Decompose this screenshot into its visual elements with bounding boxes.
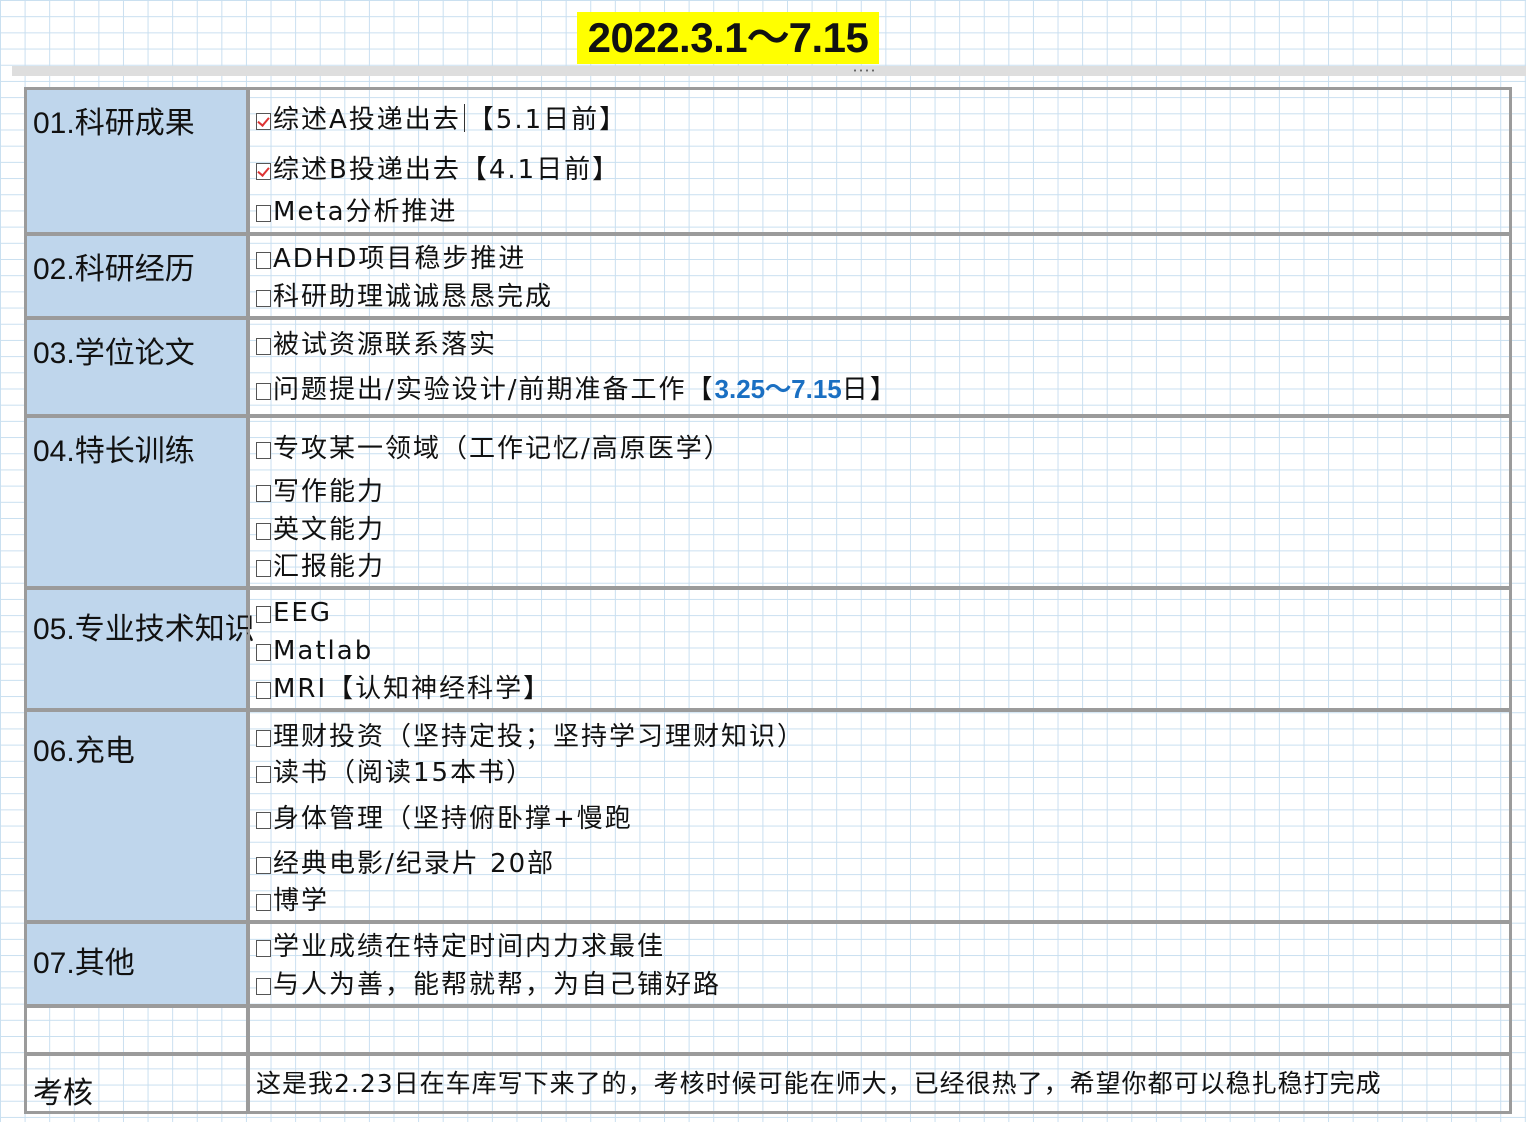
- task-item[interactable]: 英文能力: [256, 515, 385, 545]
- checkbox[interactable]: [256, 442, 271, 459]
- task-item[interactable]: 与人为善，能帮就帮，为自己铺好路: [256, 970, 721, 1000]
- section-label: 02.科研经历: [24, 233, 248, 319]
- checkbox[interactable]: [256, 205, 271, 222]
- section-content: 学业成绩在特定时间内力求最佳 与人为善，能帮就帮，为自己铺好路: [248, 921, 1512, 1007]
- checkbox[interactable]: [256, 857, 271, 874]
- checkbox[interactable]: [256, 290, 271, 307]
- task-item[interactable]: 综述A投递出去 【5.1日前】: [256, 104, 627, 135]
- task-item[interactable]: 学业成绩在特定时间内力求最佳: [256, 932, 665, 962]
- checkbox[interactable]: [256, 606, 271, 623]
- task-text: Meta分析推进: [273, 197, 458, 227]
- checkbox[interactable]: [256, 485, 271, 502]
- task-item[interactable]: ADHD项目稳步推进: [256, 244, 526, 274]
- task-text: 专攻某一领域（工作记忆/高原医学）: [273, 434, 732, 464]
- task-text: 综述B投递出去【4.1日前】: [273, 155, 621, 185]
- section-label: 03.学位论文: [24, 317, 248, 417]
- resize-handle[interactable]: [852, 69, 876, 72]
- task-item[interactable]: 科研助理诚诚恳恳完成: [256, 282, 553, 312]
- section-research-results: 01.科研成果 综述A投递出去 【5.1日前】 综述B投递出去【4.1日前】 Me…: [24, 87, 1512, 235]
- task-text: 博学: [273, 886, 330, 916]
- section-thesis: 03.学位论文 被试资源联系落实 问题提出/实验设计/前期准备工作【3.25～7…: [24, 317, 1512, 417]
- task-text: 写作能力: [273, 477, 386, 507]
- checkbox[interactable]: [256, 560, 271, 577]
- task-text: 问题提出/实验设计/前期准备工作【: [273, 375, 715, 405]
- section-label: 04.特长训练: [24, 415, 248, 589]
- assessment-content: 这是我2.23日在车库写下来了的，考核时候可能在师大，已经很热了，希望你都可以稳…: [248, 1053, 1512, 1114]
- task-text: 经典电影/纪录片 20部: [273, 849, 556, 879]
- task-text: MRI【认知神经科学】: [273, 674, 552, 704]
- blank-row: [24, 1005, 1512, 1055]
- checkbox[interactable]: [256, 940, 271, 957]
- section-content: 理财投资（坚持定投；坚持学习理财知识） 读书（阅读15本书） 身体管理（坚持俯卧…: [248, 709, 1512, 923]
- blank-label-cell[interactable]: [24, 1005, 248, 1055]
- task-item[interactable]: Meta分析推进: [256, 197, 458, 227]
- section-technical-knowledge: 05.专业技术知识 EEG Matlab MRI【认知神经科学】: [24, 587, 1512, 711]
- task-text: ADHD项目稳步推进: [273, 244, 527, 274]
- task-text-part1: 综述A投递出去: [273, 105, 461, 135]
- task-item[interactable]: EEG: [256, 598, 332, 628]
- task-item[interactable]: 综述B投递出去【4.1日前】: [256, 155, 620, 185]
- checkbox[interactable]: [256, 644, 271, 661]
- task-text: 理财投资（坚持定投；坚持学习理财知识）: [273, 722, 806, 752]
- text-cursor: [463, 104, 465, 132]
- task-text: 读书（阅读15本书）: [273, 758, 535, 788]
- checkbox[interactable]: [256, 894, 271, 911]
- checkbox[interactable]: [256, 730, 271, 747]
- task-text: 身体管理（坚持俯卧撑+慢跑: [273, 804, 633, 834]
- checkbox[interactable]: [256, 383, 271, 400]
- checkbox[interactable]: [256, 812, 271, 829]
- section-content: 综述A投递出去 【5.1日前】 综述B投递出去【4.1日前】 Meta分析推进: [248, 87, 1512, 235]
- task-item[interactable]: 汇报能力: [256, 552, 385, 582]
- section-content: EEG Matlab MRI【认知神经科学】: [248, 587, 1512, 711]
- assessment-row: 考核 这是我2.23日在车库写下来了的，考核时候可能在师大，已经很热了，希望你都…: [24, 1053, 1512, 1114]
- checkbox-checked[interactable]: [256, 113, 271, 130]
- date-range-highlight: 3.25～7.15: [714, 374, 842, 404]
- task-item[interactable]: 写作能力: [256, 477, 385, 507]
- assessment-text: 这是我2.23日在车库写下来了的，考核时候可能在师大，已经很热了，希望你都可以稳…: [256, 1069, 1382, 1098]
- task-item[interactable]: Matlab: [256, 636, 373, 666]
- task-item[interactable]: 读书（阅读15本书）: [256, 758, 534, 788]
- task-item[interactable]: 专攻某一领域（工作记忆/高原医学）: [256, 434, 732, 464]
- section-content: ADHD项目稳步推进 科研助理诚诚恳恳完成: [248, 233, 1512, 319]
- checkbox[interactable]: [256, 338, 271, 355]
- task-text-tail: 日】: [841, 375, 898, 405]
- task-item[interactable]: 被试资源联系落实: [256, 330, 497, 360]
- section-content: 专攻某一领域（工作记忆/高原医学） 写作能力 英文能力 汇报能力: [248, 415, 1512, 589]
- checkbox[interactable]: [256, 978, 271, 995]
- section-label: 05.专业技术知识: [24, 587, 255, 711]
- task-item[interactable]: 理财投资（坚持定投；坚持学习理财知识）: [256, 722, 805, 752]
- date-range-title: 2022.3.1～7.15: [577, 12, 879, 64]
- task-text: 英文能力: [273, 515, 386, 545]
- task-item[interactable]: MRI【认知神经科学】: [256, 674, 551, 704]
- blank-content-cell[interactable]: [248, 1005, 1512, 1055]
- section-other: 07.其他 学业成绩在特定时间内力求最佳 与人为善，能帮就帮，为自己铺好路: [24, 921, 1512, 1007]
- task-text: EEG: [273, 598, 333, 628]
- section-research-experience: 02.科研经历 ADHD项目稳步推进 科研助理诚诚恳恳完成: [24, 233, 1512, 319]
- task-text-part2: 【5.1日前】: [467, 105, 628, 135]
- task-item[interactable]: 问题提出/实验设计/前期准备工作【3.25～7.15日】: [256, 374, 898, 405]
- checkbox[interactable]: [256, 766, 271, 783]
- section-content: 被试资源联系落实 问题提出/实验设计/前期准备工作【3.25～7.15日】: [248, 317, 1512, 417]
- task-text: 科研助理诚诚恳恳完成: [273, 282, 554, 312]
- window-frame-bar: [12, 66, 1526, 76]
- task-text: Matlab: [273, 636, 374, 666]
- section-label: 07.其他: [24, 921, 248, 1007]
- section-label: 01.科研成果: [24, 87, 248, 235]
- section-label: 06.充电: [24, 709, 248, 923]
- section-recharge: 06.充电 理财投资（坚持定投；坚持学习理财知识） 读书（阅读15本书） 身体管…: [24, 709, 1512, 923]
- task-item[interactable]: 博学: [256, 886, 329, 916]
- task-item[interactable]: 经典电影/纪录片 20部: [256, 849, 555, 879]
- assessment-label: 考核: [24, 1053, 248, 1114]
- checkbox[interactable]: [256, 252, 271, 269]
- task-text: 学业成绩在特定时间内力求最佳: [273, 932, 666, 962]
- section-skill-training: 04.特长训练 专攻某一领域（工作记忆/高原医学） 写作能力 英文能力 汇报能力: [24, 415, 1512, 589]
- task-text: 被试资源联系落实: [273, 330, 498, 360]
- checkbox[interactable]: [256, 523, 271, 540]
- task-item[interactable]: 身体管理（坚持俯卧撑+慢跑: [256, 804, 633, 834]
- task-text: 与人为善，能帮就帮，为自己铺好路: [273, 970, 722, 1000]
- task-text: 汇报能力: [273, 552, 386, 582]
- checkbox[interactable]: [256, 682, 271, 699]
- checkbox-checked[interactable]: [256, 163, 271, 180]
